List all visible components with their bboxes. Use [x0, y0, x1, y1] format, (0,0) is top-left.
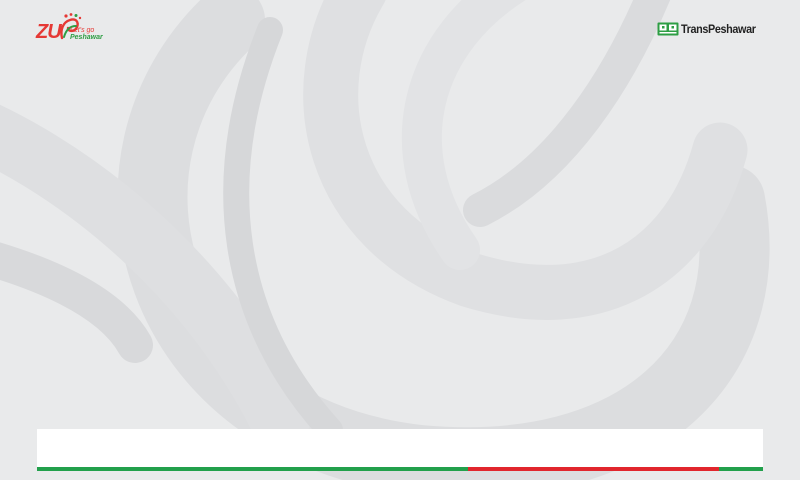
bus-icon [657, 22, 679, 36]
stripe-green-left [37, 467, 468, 471]
transpeshawar-logo: TransPeshawar [657, 20, 764, 38]
swirl-left-lower [0, 242, 153, 363]
footer-stripe [37, 467, 763, 471]
stripe-green-right [719, 467, 763, 471]
background-swirl-pattern [0, 0, 770, 480]
footer-card [37, 429, 763, 467]
zu-tagline-lets-go: Let's go [70, 27, 95, 34]
zu-tagline-peshawar: Peshawar [70, 34, 103, 41]
zu-wordmark: ZU [36, 21, 62, 43]
stripe-red [468, 467, 719, 471]
zu-logo: ZU Let's go Peshawar [34, 10, 104, 46]
swirl-upper-arc [303, 0, 748, 320]
swirl-right-ribbon [463, 0, 671, 227]
transpeshawar-wordmark: TransPeshawar [681, 22, 756, 36]
